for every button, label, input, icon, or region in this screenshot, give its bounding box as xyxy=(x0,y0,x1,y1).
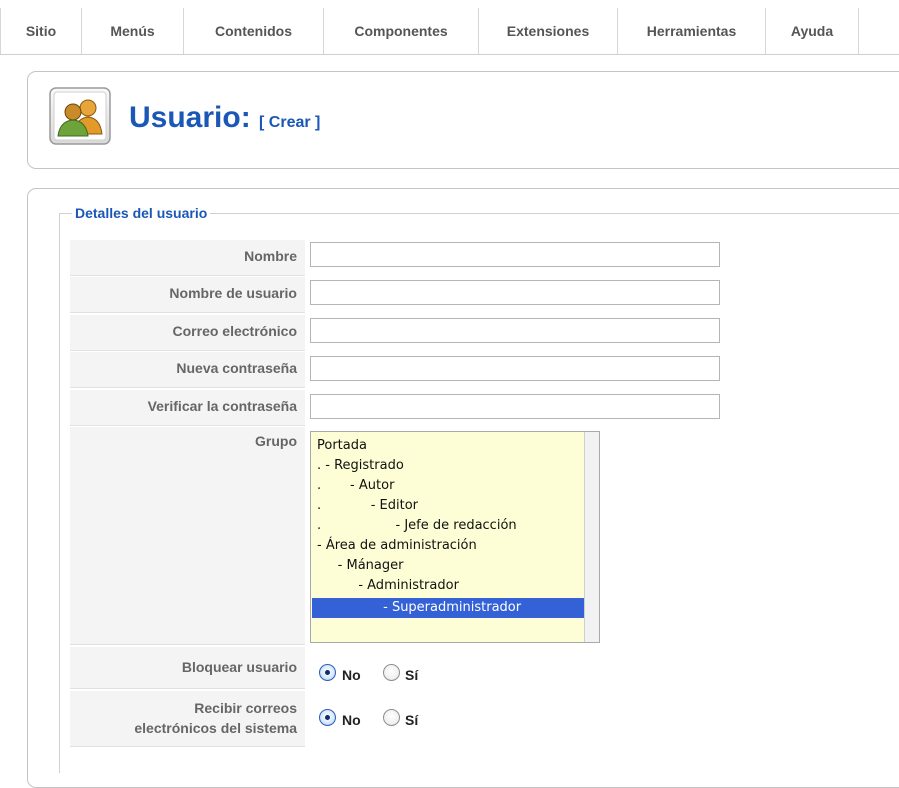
group-list-scrollbar[interactable] xyxy=(584,432,599,642)
label-nueva-contrasena: Nueva contraseña xyxy=(70,352,305,388)
verify-password-field[interactable] xyxy=(310,394,720,419)
name-field[interactable] xyxy=(310,242,720,267)
fieldset-legend: Detalles del usuario xyxy=(72,205,211,221)
group-option[interactable]: - Administrador xyxy=(312,576,584,596)
label-nombre: Nombre xyxy=(70,240,305,276)
label-grupo: Grupo xyxy=(70,427,305,645)
block-user-no-radio[interactable] xyxy=(319,664,336,681)
users-icon xyxy=(48,84,112,148)
menu-item-extensiones[interactable]: Extensiones xyxy=(479,8,618,54)
receive-emails-no-radio[interactable] xyxy=(319,709,336,726)
group-option[interactable]: . - Editor xyxy=(312,496,584,516)
label-bloquear-usuario: Bloquear usuario xyxy=(70,647,305,689)
block-user-no-label[interactable]: No xyxy=(342,667,361,683)
label-recibir-correos-line1: Recibir correos xyxy=(194,700,297,716)
group-option[interactable]: . - Autor xyxy=(312,476,584,496)
label-recibir-correos: Recibir correos electrónicos del sistema xyxy=(70,691,305,747)
page-title: Usuario: [ Crear ] xyxy=(129,101,320,135)
group-option[interactable]: Portada xyxy=(312,436,584,456)
label-recibir-correos-line2: electrónicos del sistema xyxy=(134,720,297,736)
new-password-field[interactable] xyxy=(310,356,720,381)
label-verificar-contrasena: Verificar la contraseña xyxy=(70,390,305,426)
menu-item-menus[interactable]: Menús xyxy=(82,8,184,54)
group-option[interactable]: - Mánager xyxy=(312,556,584,576)
menu-item-contenidos[interactable]: Contenidos xyxy=(184,8,324,54)
menu-item-herramientas[interactable]: Herramientas xyxy=(618,8,766,54)
block-user-yes-radio[interactable] xyxy=(383,664,400,681)
group-select-list[interactable]: Portada . - Registrado . - Autor . - Edi… xyxy=(310,431,600,643)
menu-item-componentes[interactable]: Componentes xyxy=(324,8,479,54)
receive-emails-no-label[interactable]: No xyxy=(342,712,361,728)
label-correo-electronico: Correo electrónico xyxy=(70,315,305,351)
menu-item-ayuda[interactable]: Ayuda xyxy=(766,8,859,54)
group-option[interactable]: . - Jefe de redacción xyxy=(312,516,584,536)
page-subtitle: [ Crear ] xyxy=(259,114,321,131)
top-menu-bar: Sitio Menús Contenidos Componentes Exten… xyxy=(0,8,899,55)
label-nombre-de-usuario: Nombre de usuario xyxy=(70,277,305,313)
block-user-yes-label[interactable]: Sí xyxy=(405,667,418,683)
group-option[interactable]: - Área de administración xyxy=(312,536,584,556)
email-field[interactable] xyxy=(310,318,720,343)
menu-item-sitio[interactable]: Sitio xyxy=(0,8,82,54)
username-field[interactable] xyxy=(310,280,720,305)
receive-emails-yes-label[interactable]: Sí xyxy=(405,712,418,728)
receive-emails-yes-radio[interactable] xyxy=(383,709,400,726)
page-title-text: Usuario: xyxy=(129,101,251,134)
group-option[interactable]: . - Registrado xyxy=(312,456,584,476)
group-option-selected[interactable]: - Superadministrador xyxy=(312,598,584,618)
